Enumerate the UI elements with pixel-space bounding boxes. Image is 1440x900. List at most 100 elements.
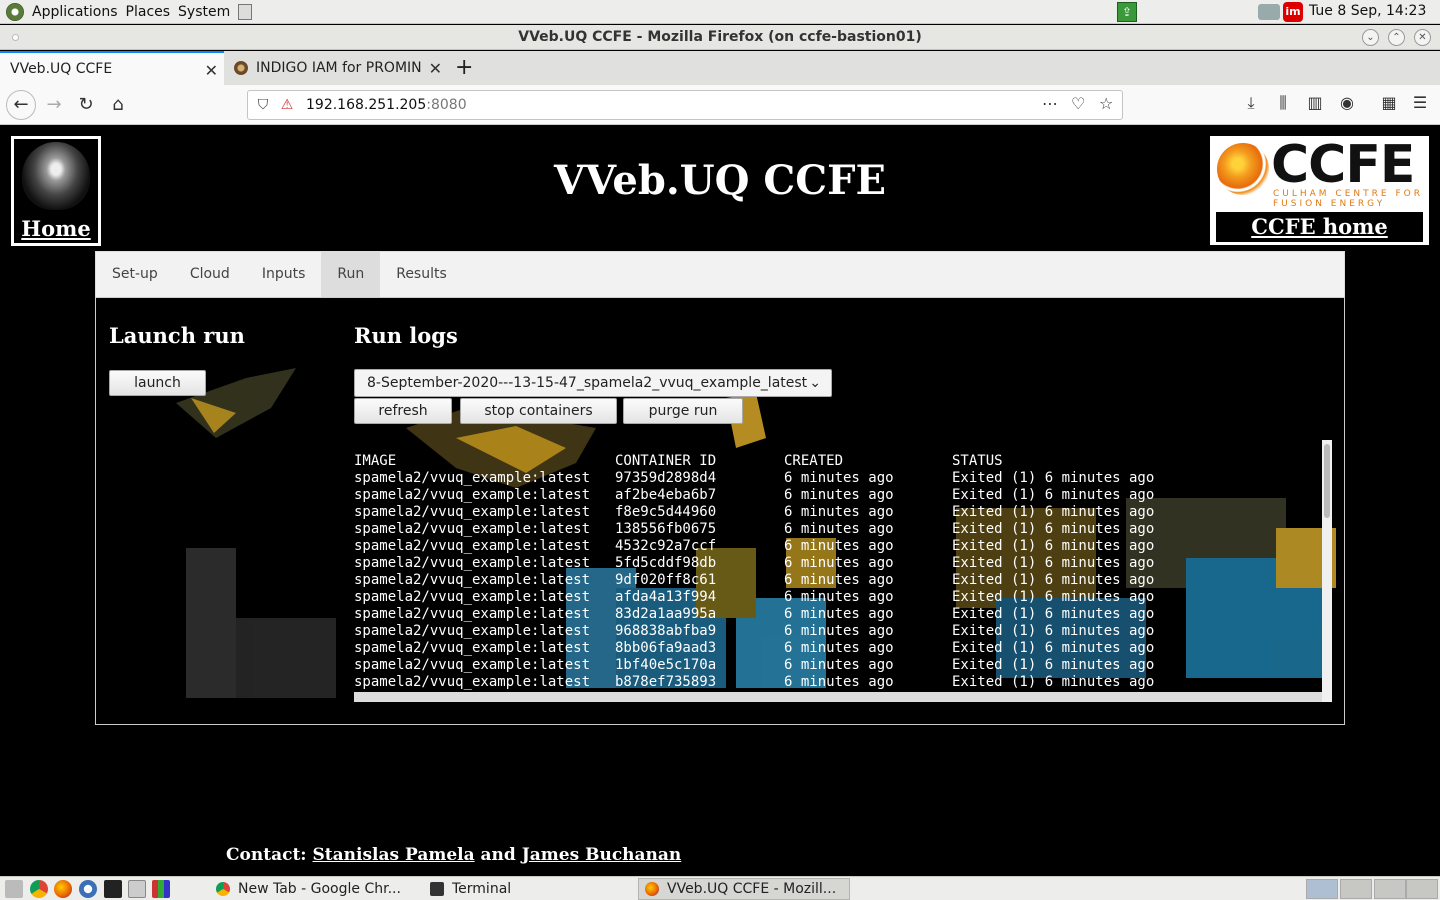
forward-arrow-icon[interactable]: → bbox=[40, 91, 68, 119]
log-container-id: 4532c92a7ccf bbox=[615, 538, 717, 554]
clock[interactable]: Tue 8 Sep, 14:23 bbox=[1309, 3, 1426, 19]
show-desktop-icon[interactable] bbox=[5, 880, 23, 898]
log-status: Exited (1) 6 minutes ago bbox=[952, 606, 1155, 622]
url-bar[interactable]: ⛉ ⚠ 192.168.251.205:8080 ⋯ ♡ ☆ bbox=[247, 90, 1123, 120]
insecure-lock-icon[interactable]: ⚠ bbox=[278, 97, 296, 113]
log-container-id: f8e9c5d44960 bbox=[615, 504, 717, 520]
log-created: 6 minutes ago bbox=[784, 555, 894, 571]
logs-vertical-scrollbar[interactable] bbox=[1322, 440, 1332, 702]
tab-cloud[interactable]: Cloud bbox=[174, 252, 246, 297]
close-window-icon[interactable]: ✕ bbox=[1414, 29, 1431, 46]
network-manager-icon[interactable] bbox=[79, 880, 97, 898]
task-firefox[interactable]: VVeb.UQ CCFE - Mozill... bbox=[638, 878, 850, 900]
hamburger-menu-icon[interactable]: ☰ bbox=[1409, 93, 1431, 112]
logs-scroll-thumb[interactable] bbox=[1324, 444, 1330, 518]
url-host[interactable]: 192.168.251.205 bbox=[306, 97, 426, 113]
url-port[interactable]: :8080 bbox=[426, 97, 466, 113]
contact-line: Contact: Stanislas Pamela and James Buch… bbox=[226, 845, 681, 865]
log-image: spamela2/vvuq_example:latest bbox=[354, 521, 591, 537]
system-menu[interactable]: System bbox=[174, 4, 234, 20]
ccfe-sub-line2: FUSION ENERGY bbox=[1273, 199, 1386, 209]
home-icon[interactable]: ⌂ bbox=[104, 91, 132, 119]
new-tab-icon[interactable]: + bbox=[455, 55, 473, 80]
pocket-icon[interactable]: ♡ bbox=[1071, 94, 1085, 113]
log-status: Exited (1) 6 minutes ago bbox=[952, 555, 1155, 571]
tab-label: VVeb.UQ CCFE bbox=[10, 61, 113, 77]
tab-indigo[interactable]: INDIGO IAM for PROMIN ✕ bbox=[226, 51, 448, 85]
close-tab-icon[interactable]: ✕ bbox=[429, 59, 442, 78]
contact-link-buchanan[interactable]: James Buchanan bbox=[522, 845, 682, 865]
running-man-icon[interactable]: ⇪ bbox=[1117, 2, 1137, 22]
terminal-icon bbox=[430, 882, 444, 896]
terminal-icon[interactable] bbox=[104, 880, 122, 898]
refresh-button[interactable]: refresh bbox=[354, 398, 452, 424]
account-icon[interactable]: ◉ bbox=[1336, 93, 1358, 112]
contact-link-pamela[interactable]: Stanislas Pamela bbox=[313, 845, 475, 865]
page-actions-icon[interactable]: ⋯ bbox=[1042, 94, 1058, 113]
log-row: spamela2/vvuq_example:latest 1bf40e5c170a… bbox=[354, 657, 1322, 674]
maximize-icon[interactable]: ⌃ bbox=[1388, 29, 1405, 46]
chrome-icon[interactable] bbox=[30, 880, 48, 898]
run-select-value: 8-September-2020---13-15-47_spamela2_vvu… bbox=[367, 375, 808, 391]
log-image: spamela2/vvuq_example:latest bbox=[354, 572, 591, 588]
logs-horizontal-scrollbar[interactable] bbox=[354, 692, 1322, 702]
im-icon[interactable]: im bbox=[1283, 2, 1303, 22]
close-tab-icon[interactable]: ✕ bbox=[205, 61, 218, 80]
places-menu[interactable]: Places bbox=[122, 4, 175, 20]
extensions-icon[interactable]: ▦ bbox=[1378, 93, 1400, 112]
log-created: 6 minutes ago bbox=[784, 504, 894, 520]
tab-run[interactable]: Run bbox=[321, 252, 381, 297]
log-image: spamela2/vvuq_example:latest bbox=[354, 470, 591, 486]
task-chrome[interactable]: New Tab - Google Chr... bbox=[210, 878, 422, 900]
log-image: spamela2/vvuq_example:latest bbox=[354, 487, 591, 503]
library-icon[interactable]: ⫼ bbox=[1272, 93, 1294, 113]
back-arrow-icon[interactable]: ← bbox=[6, 90, 36, 120]
log-status: Exited (1) 6 minutes ago bbox=[952, 589, 1155, 605]
ccfe-logo-subtitle: CULHAM CENTRE FOR FUSION ENERGY bbox=[1273, 189, 1423, 209]
purge-run-button[interactable]: purge run bbox=[623, 398, 743, 424]
notes-applet-icon[interactable] bbox=[238, 3, 253, 20]
network-icon[interactable] bbox=[1258, 4, 1280, 20]
section-nav: Set-up Cloud Inputs Run Results bbox=[95, 251, 1345, 298]
minimize-icon[interactable]: ⌄ bbox=[1362, 29, 1379, 46]
sidebar-icon[interactable]: ▥ bbox=[1304, 93, 1326, 112]
window-menu-icon[interactable] bbox=[12, 34, 19, 41]
stop-containers-button[interactable]: stop containers bbox=[460, 398, 617, 424]
log-created: 6 minutes ago bbox=[784, 606, 894, 622]
log-created: 6 minutes ago bbox=[784, 521, 894, 537]
bookmark-star-icon[interactable]: ☆ bbox=[1099, 94, 1113, 113]
tab-vveb[interactable]: VVeb.UQ CCFE ✕ bbox=[0, 51, 224, 85]
system-monitor-icon[interactable] bbox=[152, 880, 170, 898]
log-created: 6 minutes ago bbox=[784, 487, 894, 503]
workspace-2[interactable] bbox=[1340, 879, 1372, 899]
workspace-3[interactable] bbox=[1374, 879, 1406, 899]
workspace-4[interactable] bbox=[1406, 879, 1438, 899]
log-row: spamela2/vvuq_example:latest af2be4eba6b7… bbox=[354, 487, 1322, 504]
log-image: spamela2/vvuq_example:latest bbox=[354, 640, 591, 656]
log-created: 6 minutes ago bbox=[784, 640, 894, 656]
gnome-foot-icon[interactable] bbox=[6, 2, 24, 21]
workspace-1[interactable] bbox=[1306, 879, 1338, 899]
ccfe-home-link[interactable]: CCFE home bbox=[1216, 212, 1423, 242]
log-image: spamela2/vvuq_example:latest bbox=[354, 504, 591, 520]
reload-icon[interactable]: ↻ bbox=[72, 91, 100, 119]
run-select[interactable]: 8-September-2020---13-15-47_spamela2_vvu… bbox=[354, 369, 832, 397]
home-link[interactable]: Home bbox=[14, 216, 98, 241]
tab-results[interactable]: Results bbox=[380, 252, 463, 297]
log-status: Exited (1) 6 minutes ago bbox=[952, 674, 1155, 690]
applications-menu[interactable]: Applications bbox=[28, 4, 122, 20]
run-logs-output[interactable]: IMAGE CONTAINER ID CREATED STATUS spamel… bbox=[354, 453, 1322, 703]
shield-icon[interactable]: ⛉ bbox=[254, 97, 272, 113]
ccfe-logo[interactable]: CCFE CULHAM CENTRE FOR FUSION ENERGY CCF… bbox=[1210, 135, 1429, 245]
log-status: Exited (1) 6 minutes ago bbox=[952, 538, 1155, 554]
tab-inputs[interactable]: Inputs bbox=[246, 252, 322, 297]
launch-button[interactable]: launch bbox=[109, 370, 206, 396]
task-terminal[interactable]: Terminal bbox=[424, 878, 634, 900]
log-status: Exited (1) 6 minutes ago bbox=[952, 623, 1155, 639]
text-editor-icon[interactable] bbox=[128, 880, 146, 898]
firefox-icon[interactable] bbox=[54, 880, 72, 898]
tab-setup[interactable]: Set-up bbox=[96, 252, 174, 297]
downloads-icon[interactable]: ⤓ bbox=[1240, 93, 1262, 113]
log-created: 6 minutes ago bbox=[784, 657, 894, 673]
window-titlebar[interactable]: VVeb.UQ CCFE - Mozilla Firefox (on ccfe-… bbox=[0, 25, 1440, 50]
